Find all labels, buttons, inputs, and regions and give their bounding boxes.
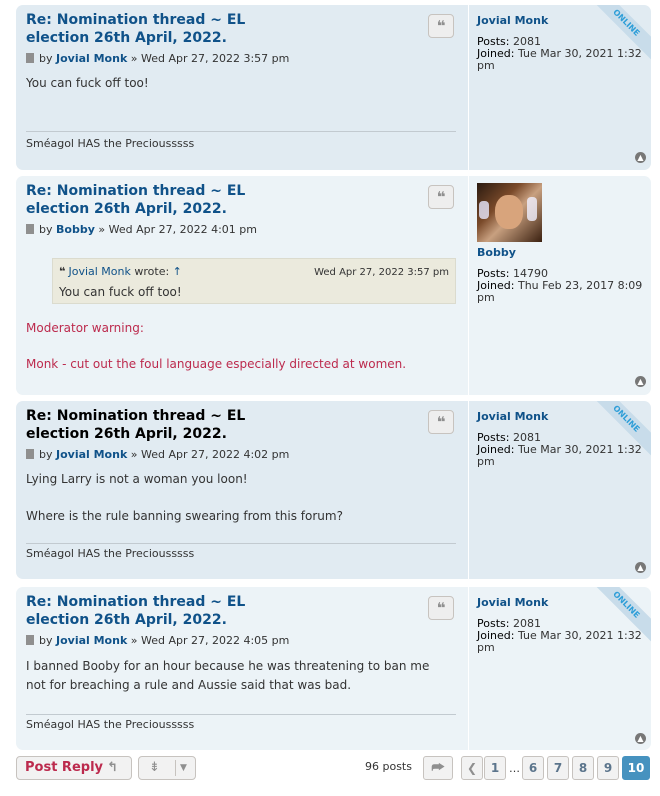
- current-page: 10: [622, 756, 650, 780]
- post-content-line: Where is the rule banning swearing from …: [26, 509, 343, 523]
- chevron-left-icon: ❮: [466, 761, 478, 775]
- quote-author-link[interactable]: Jovial Monk: [68, 265, 130, 278]
- document-icon[interactable]: [26, 224, 34, 234]
- page-link[interactable]: 6: [522, 756, 544, 780]
- profile-stats: Posts: 2081 Joined: Tue Mar 30, 2021 1:3…: [477, 431, 642, 468]
- signature-divider: [26, 714, 456, 715]
- page-link[interactable]: 9: [597, 756, 619, 780]
- profile-username[interactable]: Bobby: [477, 246, 516, 259]
- chevron-up-icon: ▲: [637, 563, 644, 572]
- signature: Sméagol HAS the Preciousssss: [26, 718, 195, 731]
- profile-stats: Posts: 2081 Joined: Tue Mar 30, 2021 1:3…: [477, 617, 642, 654]
- post-reply-label: Post Reply: [25, 760, 103, 775]
- back-to-top-button[interactable]: ▲: [635, 562, 646, 573]
- post-reply-button[interactable]: Post Reply ↰: [16, 756, 132, 780]
- avatar[interactable]: [477, 183, 542, 242]
- post-title[interactable]: Re: Nomination thread ~ EL election 26th…: [26, 182, 256, 218]
- chevron-up-icon: ▲: [637, 377, 644, 386]
- post-author-link[interactable]: Jovial Monk: [56, 52, 127, 65]
- post-meta: by Jovial Monk » Wed Apr 27, 2022 4:02 p…: [26, 448, 289, 461]
- quote-block: ❝ Jovial Monk wrote: ↑ Wed Apr 27, 2022 3…: [52, 258, 456, 304]
- posts-count: 96 posts: [365, 760, 412, 773]
- page-link[interactable]: 8: [572, 756, 594, 780]
- post: Re: Nomination thread ~ EL election 26th…: [16, 5, 651, 170]
- chevron-down-icon: ▼: [180, 763, 187, 773]
- post-profile: Bobby Posts: 14790 Joined: Thu Feb 23, 2…: [468, 176, 649, 395]
- post-author-link[interactable]: Bobby: [56, 223, 95, 236]
- post-profile: Jovial Monk Posts: 2081 Joined: Tue Mar …: [468, 401, 651, 579]
- previous-page-button[interactable]: ❮: [461, 756, 483, 780]
- quote-header: ❝ Jovial Monk wrote: ↑: [59, 265, 182, 278]
- jump-to-page-button[interactable]: ⮫: [423, 756, 453, 780]
- quote-icon: ❝: [59, 265, 66, 278]
- post-content: I banned Booby for an hour because he wa…: [26, 659, 430, 692]
- quote-icon: ❝: [436, 413, 446, 431]
- profile-stats: Posts: 14790 Joined: Thu Feb 23, 2017 8:…: [477, 267, 643, 304]
- signature-divider: [26, 543, 456, 544]
- chevron-up-icon: ▲: [637, 734, 644, 743]
- post: Re: Nomination thread ~ EL election 26th…: [16, 401, 651, 579]
- quote-date: Wed Apr 27, 2022 3:57 pm: [314, 267, 449, 278]
- post-content-line: Lying Larry is not a woman you loon!: [26, 472, 248, 486]
- back-to-top-button[interactable]: ▲: [635, 152, 646, 163]
- quote-button[interactable]: ❝: [428, 14, 454, 38]
- quote-button[interactable]: ❝: [428, 410, 454, 434]
- post-profile: Jovial Monk Posts: 2081 Joined: Tue Mar …: [468, 5, 651, 170]
- quote-text: You can fuck off too!: [59, 285, 182, 299]
- post-date: » Wed Apr 27, 2022 4:02 pm: [130, 448, 290, 461]
- signature-divider: [26, 131, 456, 132]
- back-to-top-button[interactable]: ▲: [635, 733, 646, 744]
- document-icon[interactable]: [26, 53, 34, 63]
- quote-icon: ❝: [436, 599, 446, 617]
- post: Re: Nomination thread ~ EL election 26th…: [16, 176, 651, 395]
- post-content: You can fuck off too!: [26, 76, 149, 90]
- quote-icon: ❝: [436, 17, 446, 35]
- sort-icon: ⇟: [149, 760, 160, 775]
- view-quoted-post-icon[interactable]: ↑: [173, 265, 182, 278]
- post: Re: Nomination thread ~ EL election 26th…: [16, 587, 651, 750]
- post-title[interactable]: Re: Nomination thread ~ EL election 26th…: [26, 593, 256, 629]
- signature: Sméagol HAS the Preciousssss: [26, 547, 195, 560]
- moderator-warning-text: Monk - cut out the foul language especia…: [26, 357, 407, 371]
- post-date: » Wed Apr 27, 2022 4:05 pm: [130, 634, 290, 647]
- post-profile: Jovial Monk Posts: 2081 Joined: Tue Mar …: [468, 587, 651, 750]
- post-author-link[interactable]: Jovial Monk: [56, 448, 127, 461]
- back-to-top-button[interactable]: ▲: [635, 376, 646, 387]
- profile-stats: Posts: 2081 Joined: Tue Mar 30, 2021 1:3…: [477, 35, 642, 72]
- post-author-link[interactable]: Jovial Monk: [56, 634, 127, 647]
- post-title[interactable]: Re: Nomination thread ~ EL election 26th…: [26, 11, 256, 47]
- post-meta: by Jovial Monk » Wed Apr 27, 2022 4:05 p…: [26, 634, 289, 647]
- document-icon[interactable]: [26, 449, 34, 459]
- page-link[interactable]: 7: [547, 756, 569, 780]
- sort-options-dropdown[interactable]: ⇟ ▼: [138, 756, 196, 780]
- moderator-warning-label: Moderator warning:: [26, 321, 144, 335]
- post-date: » Wed Apr 27, 2022 4:01 pm: [98, 223, 257, 236]
- quote-icon: ❝: [436, 188, 446, 206]
- quote-button[interactable]: ❝: [428, 185, 454, 209]
- reply-icon: ↰: [107, 760, 118, 775]
- chevron-up-icon: ▲: [637, 153, 644, 162]
- post-date: » Wed Apr 27, 2022 3:57 pm: [130, 52, 290, 65]
- profile-username[interactable]: Jovial Monk: [477, 14, 548, 27]
- post-meta: by Bobby » Wed Apr 27, 2022 4:01 pm: [26, 223, 257, 236]
- profile-username[interactable]: Jovial Monk: [477, 410, 548, 423]
- quote-button[interactable]: ❝: [428, 596, 454, 620]
- post-meta: by Jovial Monk » Wed Apr 27, 2022 3:57 p…: [26, 52, 289, 65]
- profile-username[interactable]: Jovial Monk: [477, 596, 548, 609]
- signature: Sméagol HAS the Preciousssss: [26, 137, 195, 150]
- share-arrow-icon: ⮫: [431, 760, 445, 776]
- page-link[interactable]: 1: [484, 756, 506, 780]
- pagination-ellipsis: …: [509, 762, 520, 775]
- document-icon[interactable]: [26, 635, 34, 645]
- post-title[interactable]: Re: Nomination thread ~ EL election 26th…: [26, 407, 256, 443]
